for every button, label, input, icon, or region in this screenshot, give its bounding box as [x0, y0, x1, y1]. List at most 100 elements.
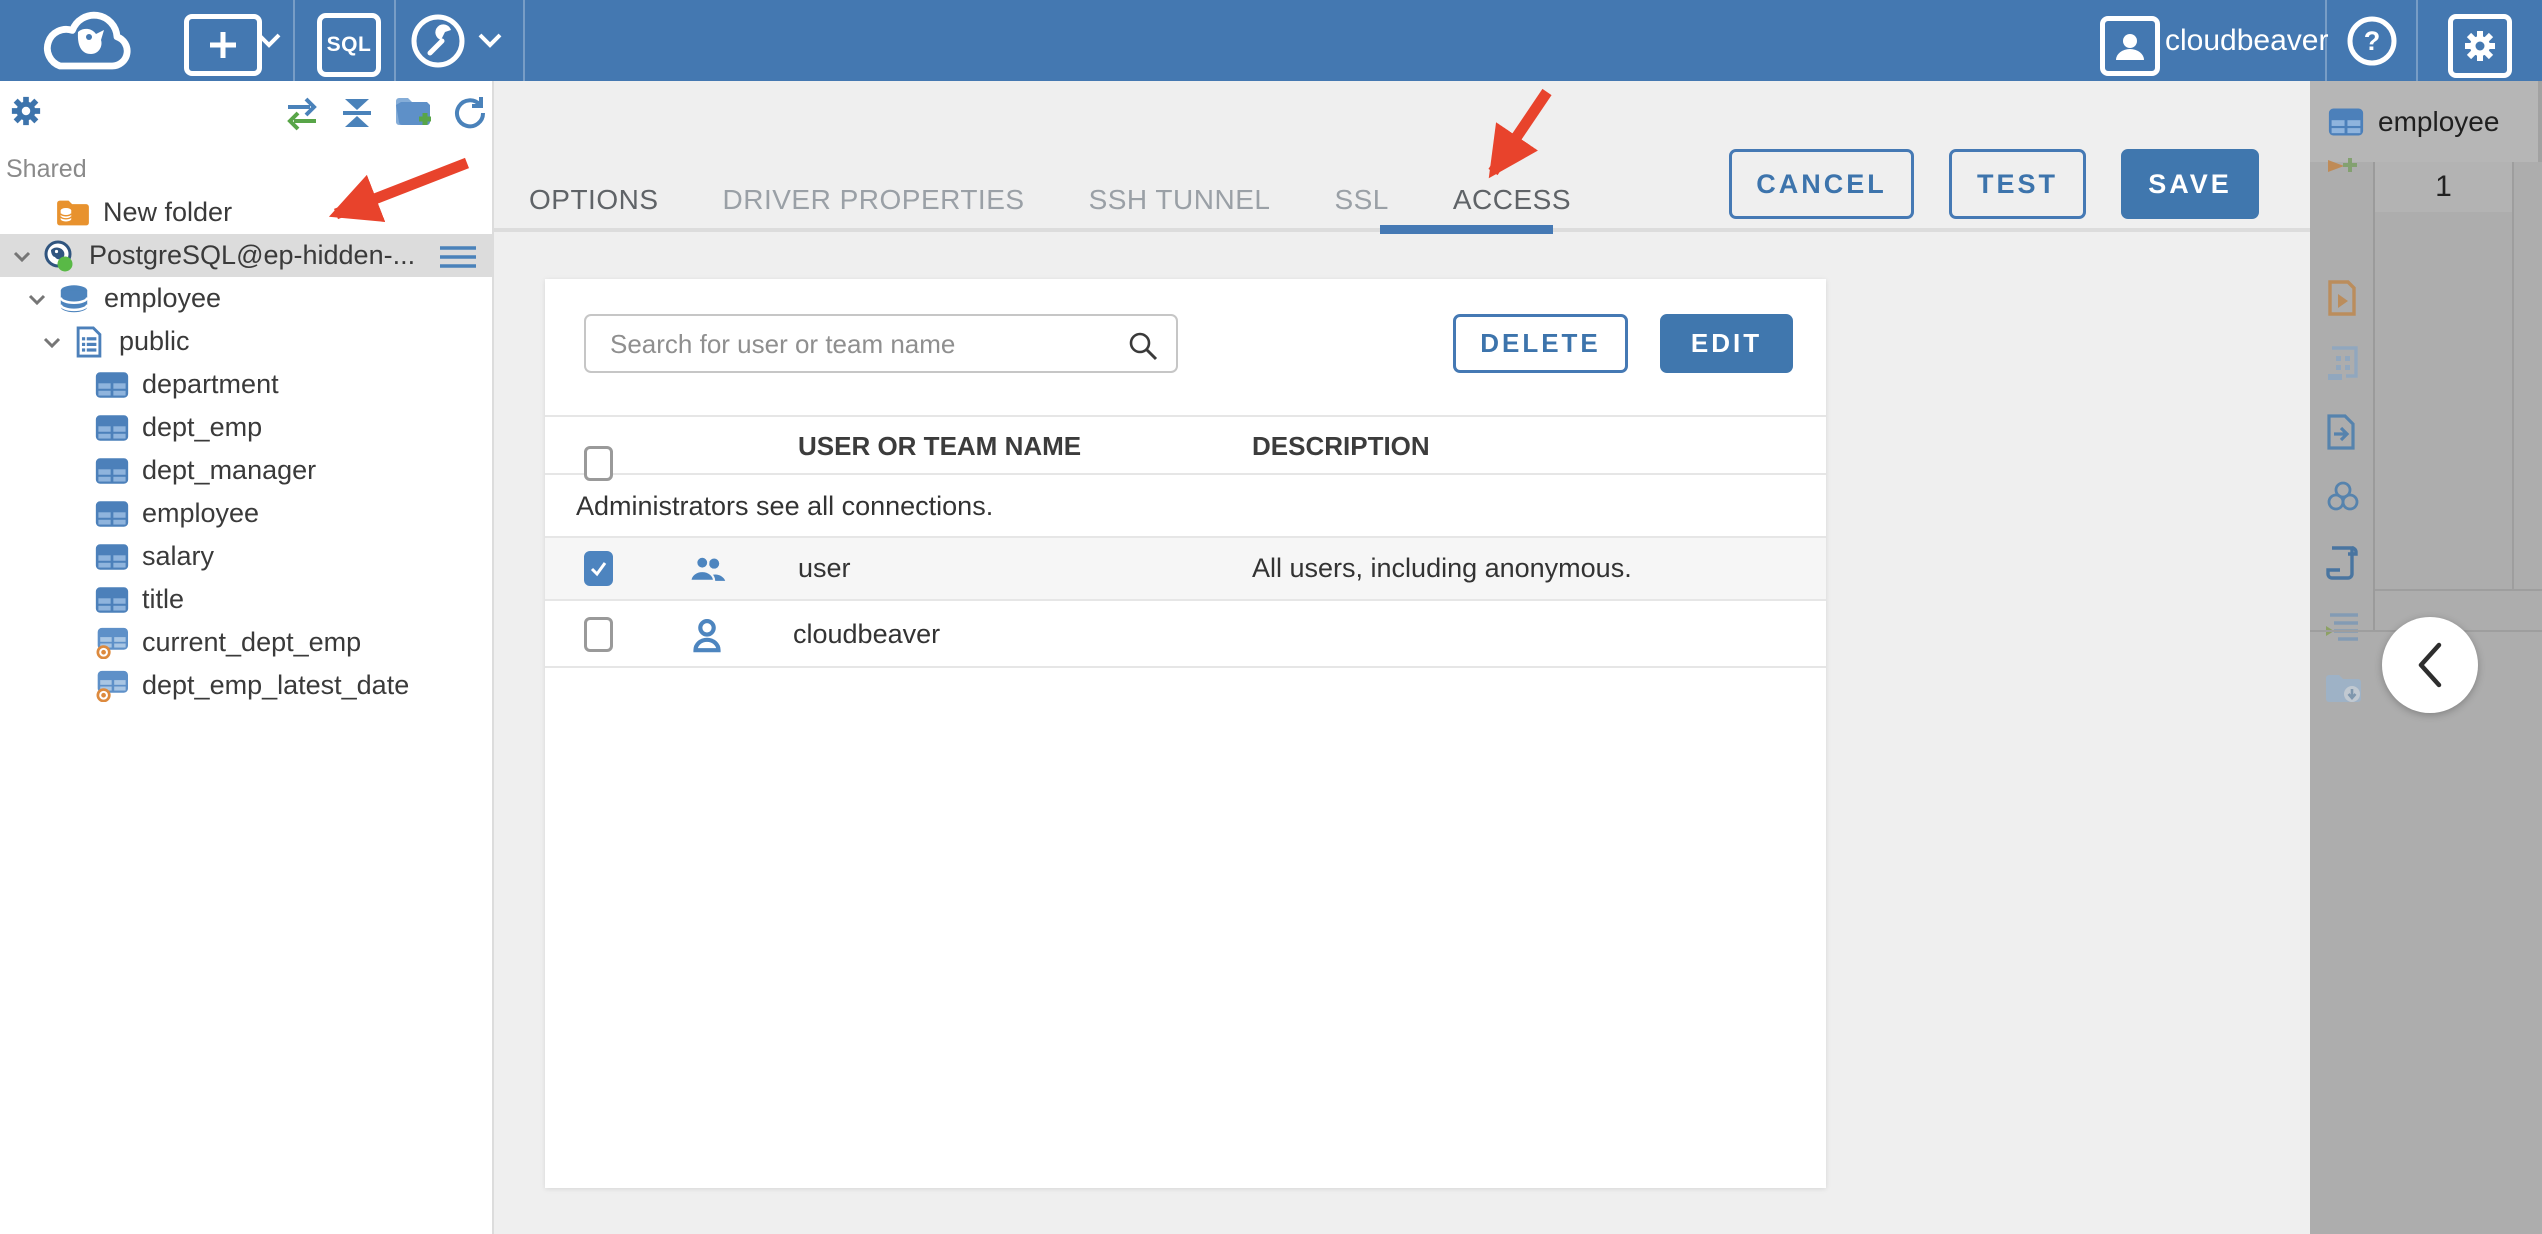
export-document-icon[interactable] — [2324, 412, 2358, 452]
knot-icon[interactable] — [2324, 478, 2362, 516]
navigation-sidebar: Shared New folder PostgreSQL@ep-hidden-.… — [0, 81, 494, 1234]
tree-item-label: current_dept_emp — [142, 627, 362, 657]
tree-item-database-employee[interactable]: employee — [0, 277, 492, 320]
row-name: user — [798, 553, 851, 583]
tree-item-table-employee[interactable]: employee — [0, 492, 492, 535]
search-box — [584, 314, 1178, 373]
table-row-user[interactable]: user All users, including anonymous. — [545, 538, 1826, 601]
sidebar-settings-gear-icon[interactable] — [10, 95, 42, 127]
tree-item-label: employee — [104, 283, 222, 313]
tree-item-view-current-dept-emp[interactable]: current_dept_emp — [0, 621, 492, 664]
cancel-button[interactable]: CANCEL — [1729, 149, 1914, 219]
header-divider — [2416, 0, 2418, 81]
edit-button[interactable]: EDIT — [1660, 314, 1793, 373]
tree-item-view-dept-emp-latest-date[interactable]: dept_emp_latest_date — [0, 664, 492, 707]
table-icon — [94, 586, 130, 614]
new-connection-button[interactable] — [184, 14, 262, 76]
table-icon — [2328, 107, 2364, 137]
row-checkbox-checked[interactable] — [584, 550, 613, 586]
table-icon — [94, 543, 130, 571]
tree-item-label: salary — [142, 541, 215, 571]
tab-ssh-tunnel[interactable]: SSH TUNNEL — [1089, 184, 1271, 216]
connection-chevron-down-icon[interactable] — [477, 32, 503, 48]
sql-badge-label: SQL — [326, 33, 372, 56]
new-folder-icon[interactable] — [394, 95, 434, 129]
tree-item-label: dept_emp — [142, 412, 263, 442]
row-name: cloudbeaver — [793, 619, 941, 649]
search-input[interactable] — [608, 316, 1112, 373]
tree-item-label: dept_emp_latest_date — [142, 670, 410, 700]
row-number-cell: 1 — [2375, 162, 2512, 212]
chevron-down-icon[interactable] — [43, 336, 63, 348]
tree-item-label: PostgreSQL@ep-hidden-... — [89, 240, 416, 270]
test-button[interactable]: TEST — [1949, 149, 2086, 219]
run-script-icon[interactable] — [2324, 278, 2360, 318]
log-viewer-icon[interactable] — [2324, 610, 2362, 644]
data-viewer-toolbar — [2310, 158, 2375, 702]
connection-menu-icon[interactable] — [438, 244, 478, 270]
chevron-down-icon[interactable] — [28, 293, 48, 305]
connection-wrench-icon[interactable] — [408, 11, 468, 71]
tree-item-table-department[interactable]: department — [0, 363, 492, 406]
table-icon — [94, 371, 130, 399]
grid-view-icon[interactable] — [2324, 344, 2362, 384]
connection-dialog: OPTIONS DRIVER PROPERTIES SSH TUNNEL SSL… — [494, 81, 2310, 1234]
tree-item-label: department — [142, 369, 279, 399]
admin-info-row: Administrators see all connections. — [545, 477, 1826, 538]
database-icon — [56, 284, 92, 313]
tree-item-label: employee — [142, 498, 260, 528]
new-connection-chevron-down-icon[interactable] — [256, 32, 282, 48]
table-row-cloudbeaver[interactable]: cloudbeaver — [545, 603, 1826, 668]
access-panel: DELETE EDIT USER OR TEAM NAME DESCRIPTIO… — [545, 279, 1826, 1188]
settings-button[interactable] — [2448, 14, 2512, 78]
tree-item-postgresql-connection[interactable]: PostgreSQL@ep-hidden-... — [0, 234, 492, 277]
access-table-header: USER OR TEAM NAME DESCRIPTION — [545, 415, 1826, 481]
column-header-description: DESCRIPTION — [1252, 430, 1430, 461]
tree-item-label: public — [119, 326, 190, 356]
help-button[interactable]: ? — [2346, 15, 2398, 67]
sql-editor-button[interactable]: SQL — [317, 13, 381, 77]
view-icon — [94, 670, 130, 702]
row-checkbox-unchecked[interactable] — [584, 616, 613, 652]
tab-access[interactable]: ACCESS — [1453, 184, 1571, 216]
tree-item-schema-public[interactable]: public — [0, 320, 492, 363]
database-tree: New folder PostgreSQL@ep-hidden-... empl… — [0, 191, 492, 707]
delete-button[interactable]: DELETE — [1453, 314, 1628, 373]
add-bookmark-icon[interactable] — [2324, 154, 2360, 188]
tab-driver-properties[interactable]: DRIVER PROPERTIES — [723, 184, 1025, 216]
expand-panel-button[interactable] — [2382, 617, 2478, 713]
tree-item-table-salary[interactable]: salary — [0, 535, 492, 578]
username-label[interactable]: cloudbeaver — [2165, 0, 2328, 81]
export-folder-icon[interactable] — [2324, 672, 2364, 706]
tree-item-table-title[interactable]: title — [0, 578, 492, 621]
data-viewer-tab-strip: employee — [2310, 81, 2542, 162]
tab-employee-table[interactable]: employee — [2310, 81, 2538, 162]
tab-options[interactable]: OPTIONS — [529, 184, 659, 216]
header-divider — [523, 0, 525, 81]
top-header: SQL cloudbeaver ? — [0, 0, 2542, 81]
postgresql-icon — [41, 239, 77, 273]
tree-item-table-dept-emp[interactable]: dept_emp — [0, 406, 492, 449]
tree-item-new-folder[interactable]: New folder — [0, 191, 492, 234]
tab-label: employee — [2378, 105, 2500, 137]
table-icon — [94, 500, 130, 528]
connection-tabs: OPTIONS DRIVER PROPERTIES SSH TUNNEL SSL… — [529, 169, 1571, 231]
tab-ssl[interactable]: SSL — [1334, 184, 1388, 216]
user-avatar[interactable] — [2100, 16, 2160, 76]
refresh-icon[interactable] — [452, 95, 486, 129]
sidebar-toolbar — [0, 81, 492, 143]
view-icon — [94, 627, 130, 659]
select-all-checkbox[interactable] — [584, 446, 613, 481]
sync-arrows-icon[interactable] — [282, 95, 322, 131]
user-icon — [691, 603, 723, 666]
save-button[interactable]: SAVE — [2121, 149, 2259, 219]
collapse-all-icon[interactable] — [340, 97, 374, 129]
script-scroll-icon[interactable] — [2324, 542, 2360, 582]
cloudbeaver-logo-icon[interactable] — [30, 6, 142, 76]
row-description: All users, including anonymous. — [1252, 553, 1632, 583]
tree-item-table-dept-manager[interactable]: dept_manager — [0, 449, 492, 492]
chevron-down-icon[interactable] — [13, 250, 33, 262]
svg-text:?: ? — [2364, 26, 2381, 56]
cloudbeaver-app: SQL cloudbeaver ? Shared New folder Post… — [0, 0, 2542, 1234]
team-icon — [688, 538, 726, 599]
